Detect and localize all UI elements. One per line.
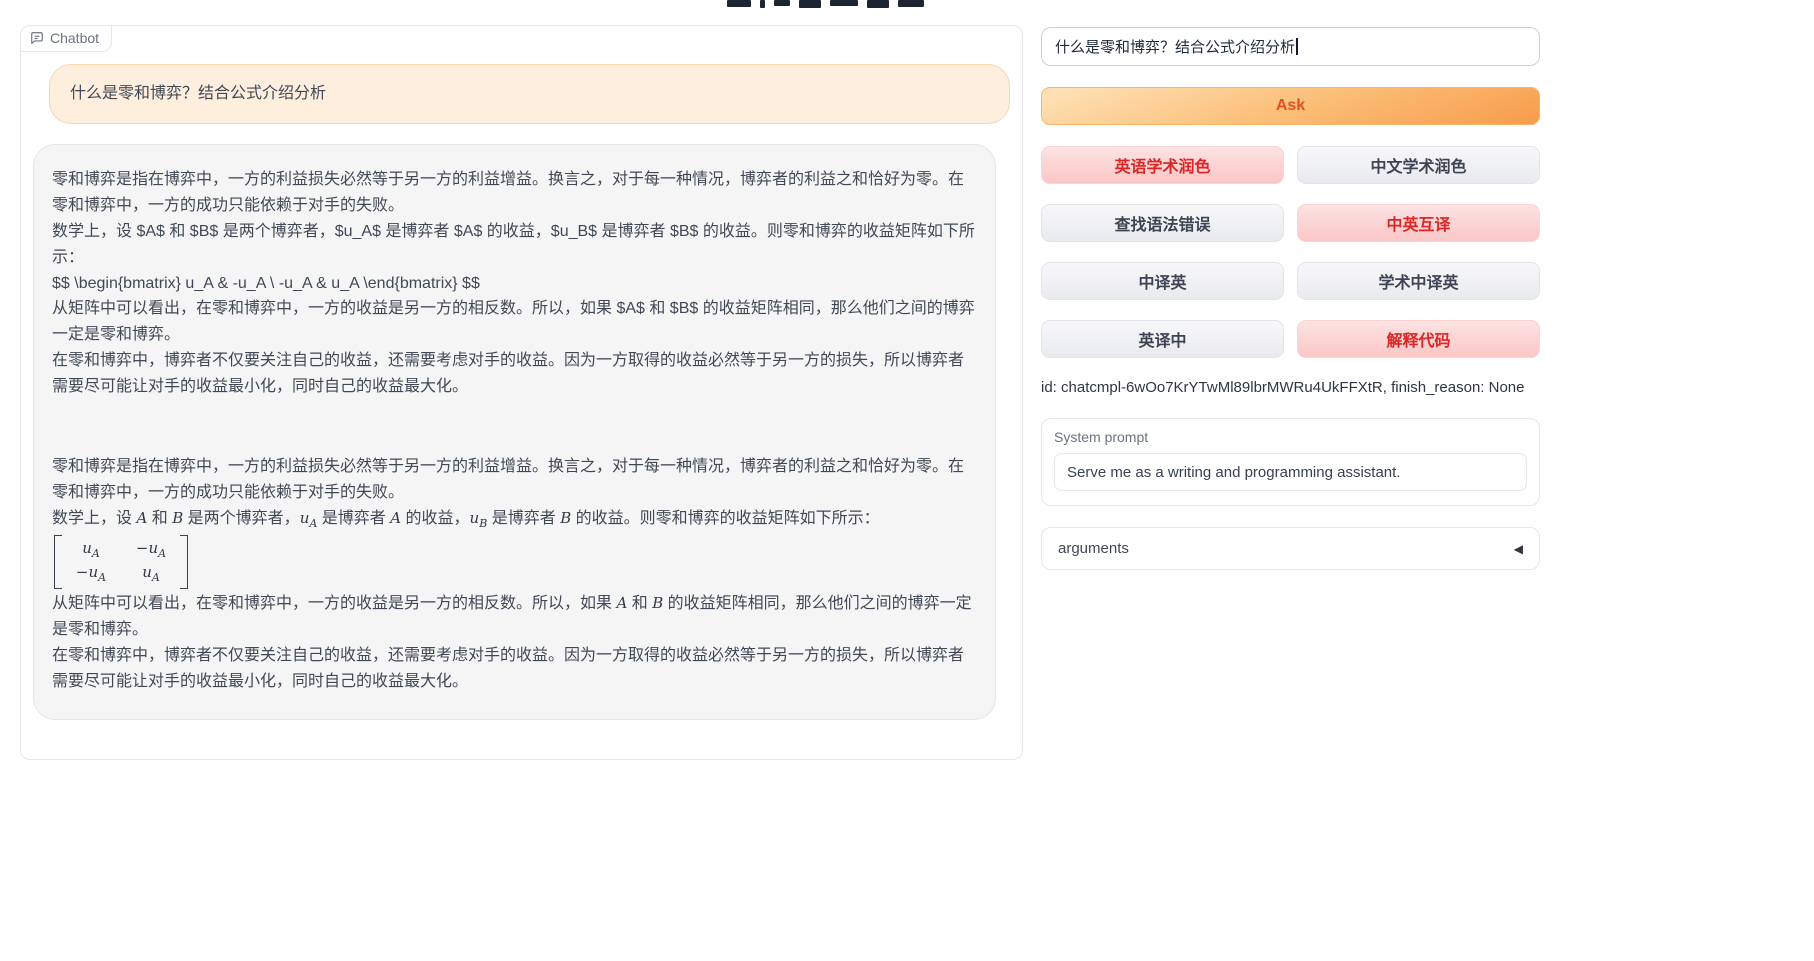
bot-raw-paragraph: 从矩阵中可以看出，在零和博弈中，一方的收益是另一方的相反数。所以，如果 $A$ … [52, 296, 977, 348]
arguments-accordion-label: arguments [1058, 540, 1129, 557]
bot-raw-latex-line: $$ \begin{bmatrix} u_A & -u_A \ -u_A & u… [52, 271, 977, 297]
matrix-left-bracket [54, 535, 62, 589]
ask-button[interactable]: Ask [1041, 87, 1540, 125]
quick-action-academic-chinese-to-english[interactable]: 学术中译英 [1297, 262, 1540, 300]
arguments-accordion[interactable]: arguments ◀ [1041, 527, 1540, 570]
quick-action-find-grammar-errors[interactable]: 查找语法错误 [1041, 204, 1284, 242]
chat-message-list: 什么是零和博弈？结合公式介绍分析 零和博弈是指在博弈中，一方的利益损失必然等于另… [21, 26, 1022, 736]
message-section-gap [52, 400, 977, 454]
matrix-right-bracket [180, 535, 188, 589]
bot-rendered-paragraph-math: 从矩阵中可以看出，在零和博弈中，一方的收益是另一方的相反数。所以，如果 A 和 … [52, 591, 977, 643]
quick-action-zh-en-translate[interactable]: 中英互译 [1297, 204, 1540, 242]
user-message-text: 什么是零和博弈？结合公式介绍分析 [70, 85, 326, 102]
system-prompt-value: Serve me as a writing and programming as… [1067, 464, 1400, 481]
payoff-matrix: uA −uA −uA uA [54, 535, 188, 589]
accordion-collapse-icon: ◀ [1514, 542, 1523, 556]
app-page: Chatbot 什么是零和博弈？结合公式介绍分析 零和博弈是指在博弈中，一方的利… [0, 0, 1814, 961]
quick-action-chinese-to-english[interactable]: 中译英 [1041, 262, 1284, 300]
quick-action-chinese-academic-polish[interactable]: 中文学术润色 [1297, 146, 1540, 184]
quick-action-explain-code[interactable]: 解释代码 [1297, 320, 1540, 358]
quick-action-english-to-chinese[interactable]: 英译中 [1041, 320, 1284, 358]
question-input[interactable]: 什么是零和博弈？结合公式介绍分析 [1041, 27, 1540, 66]
user-message-bubble: 什么是零和博弈？结合公式介绍分析 [49, 64, 1010, 124]
clipped-page-title [727, 0, 924, 9]
app-layout: Chatbot 什么是零和博弈？结合公式介绍分析 零和博弈是指在博弈中，一方的利… [20, 25, 1540, 760]
chatbot-panel: Chatbot 什么是零和博弈？结合公式介绍分析 零和博弈是指在博弈中，一方的利… [20, 25, 1023, 760]
quick-action-english-academic-polish[interactable]: 英语学术润色 [1041, 146, 1284, 184]
bot-rendered-paragraph: 在零和博弈中，博弈者不仅要关注自己的收益，还需要考虑对手的收益。因为一方取得的收… [52, 643, 977, 695]
bot-raw-paragraph: 零和博弈是指在博弈中，一方的利益损失必然等于另一方的利益增益。换言之，对于每一种… [52, 167, 977, 219]
bot-message-bubble: 零和博弈是指在博弈中，一方的利益损失必然等于另一方的利益增益。换言之，对于每一种… [33, 144, 996, 720]
completion-status-line: id: chatcmpl-6wOo7KrYTwMl89lbrMWRu4UkFFX… [1041, 379, 1540, 397]
chatbot-label-text: Chatbot [50, 30, 99, 46]
system-prompt-label: System prompt [1054, 429, 1527, 445]
system-prompt-input[interactable]: Serve me as a writing and programming as… [1054, 453, 1527, 491]
controls-column: 什么是零和博弈？结合公式介绍分析 Ask 英语学术润色 中文学术润色 查找语法错… [1041, 27, 1540, 570]
bot-rendered-paragraph: 零和博弈是指在博弈中，一方的利益损失必然等于另一方的利益增益。换言之，对于每一种… [52, 454, 977, 506]
bot-raw-paragraph: 在零和博弈中，博弈者不仅要关注自己的收益，还需要考虑对手的收益。因为一方取得的收… [52, 348, 977, 400]
bot-rendered-paragraph-math: 数学上，设 A 和 B 是两个博弈者，uA 是博弈者 A 的收益，uB 是博弈者… [52, 506, 977, 533]
ask-button-label: Ask [1276, 97, 1305, 115]
chatbot-block-label: Chatbot [21, 26, 112, 52]
question-input-value: 什么是零和博弈？结合公式介绍分析 [1055, 36, 1295, 57]
quick-action-grid: 英语学术润色 中文学术润色 查找语法错误 中英互译 中译英 学术中译英 英译中 … [1041, 146, 1540, 358]
bot-raw-paragraph: 数学上，设 $A$ 和 $B$ 是两个博弈者，$u_A$ 是博弈者 $A$ 的收… [52, 219, 977, 271]
system-prompt-group: System prompt Serve me as a writing and … [1041, 418, 1540, 506]
text-caret [1296, 38, 1298, 55]
chat-bubble-icon [30, 31, 44, 45]
